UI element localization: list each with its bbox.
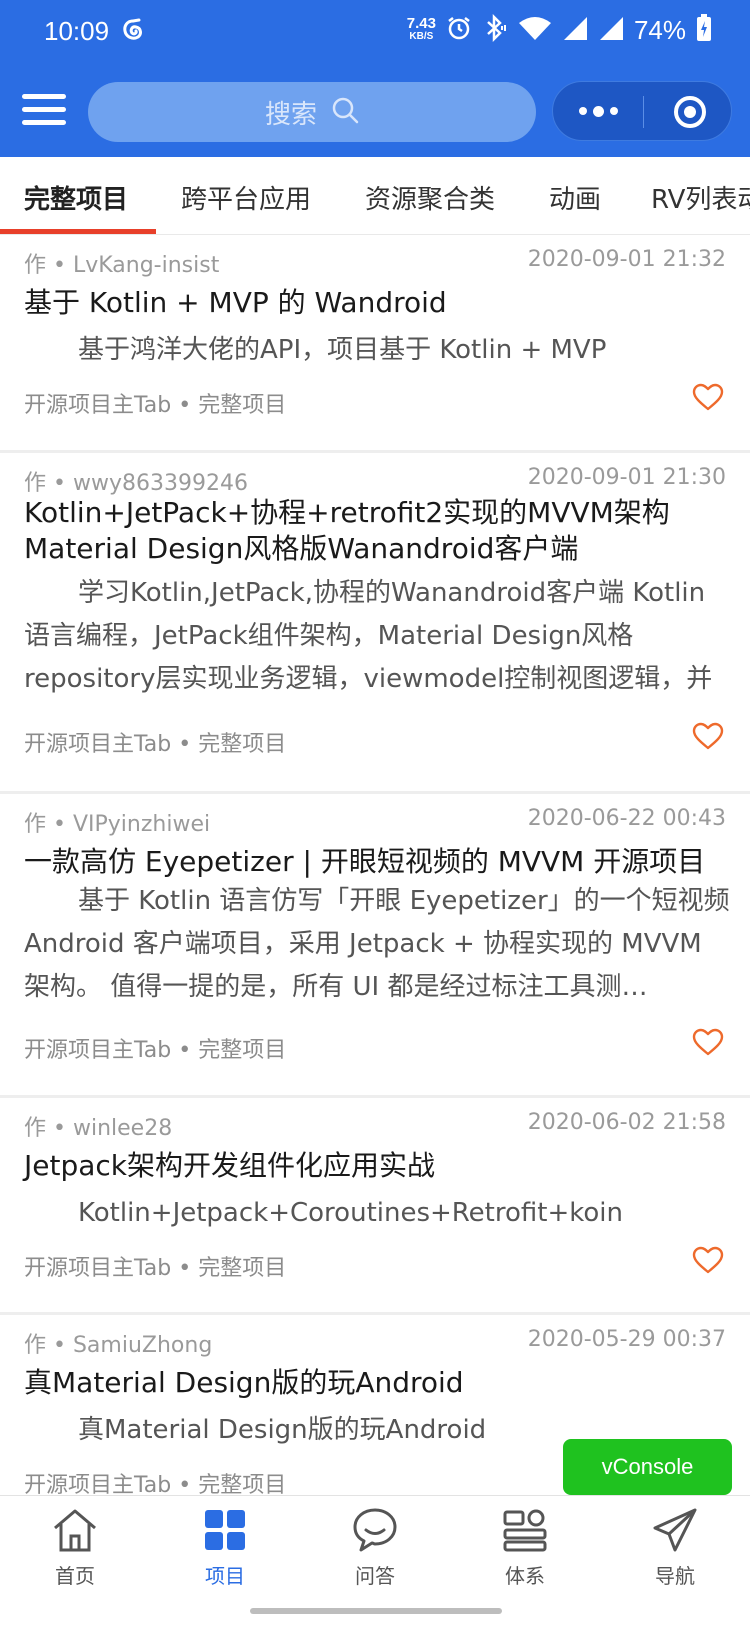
article-meta: 作 • SamiuZhong 2020-05-29 00:37	[24, 1327, 726, 1359]
article-card[interactable]: 作 • VIPyinzhiwei 2020-06-22 00:43 一款高仿 E…	[0, 794, 750, 1098]
favorite-heart-icon[interactable]	[692, 383, 724, 415]
article-date: 2020-09-01 21:32	[527, 247, 726, 272]
article-date: 2020-06-22 00:43	[527, 806, 726, 831]
tab-complete-projects[interactable]: 完整项目	[24, 179, 128, 216]
article-title[interactable]: 基于 Kotlin + MVP 的 Wandroid	[24, 285, 726, 321]
article-card[interactable]: 作 • LvKang-insist 2020-09-01 21:32 基于 Ko…	[0, 235, 750, 453]
article-tags: 开源项目主Tab • 完整项目	[24, 1473, 287, 1495]
article-meta: 作 • LvKang-insist 2020-09-01 21:32	[24, 247, 726, 279]
notification-swirl-icon	[121, 18, 145, 48]
search-bar[interactable]: 搜索	[88, 82, 536, 142]
nav-label: 问答	[355, 1564, 395, 1588]
article-description: Kotlin+Jetpack+Coroutines+Retrofit+koin	[78, 1198, 623, 1228]
nav-item-qa[interactable]: 问答	[300, 1496, 450, 1595]
nav-item-projects[interactable]: 项目	[150, 1496, 300, 1595]
nav-item-navigation[interactable]: 导航	[600, 1496, 750, 1595]
article-description: 学习Kotlin,JetPack,协程的Wanandroid客户端 Kotlin…	[24, 578, 713, 694]
status-bar: 10:09 7.43 KB/S 74%	[0, 0, 750, 68]
status-icons: 7.43 KB/S 74%	[406, 13, 712, 46]
article-card[interactable]: 作 • winlee28 2020-06-02 21:58 Jetpack架构开…	[0, 1098, 750, 1315]
article-title[interactable]: Kotlin+JetPack+协程+retrofit2实现的MVVM架构Mate…	[24, 495, 726, 567]
article-tags: 开源项目主Tab • 完整项目	[24, 1256, 287, 1281]
article-tags: 开源项目主Tab • 完整项目	[24, 393, 287, 418]
tab-cross-platform[interactable]: 跨平台应用	[181, 179, 311, 216]
category-tabs: 完整项目 跨平台应用 资源聚合类 动画 RV列表动	[0, 157, 750, 235]
article-author: 作 • SamiuZhong	[24, 1333, 213, 1358]
article-date: 2020-06-02 21:58	[527, 1110, 726, 1135]
home-indicator[interactable]	[250, 1608, 502, 1614]
battery-percent: 74%	[633, 14, 686, 45]
article-description: 基于 Kotlin 语言仿写「开眼 Eyepetizer」的一个短视频 Andr…	[24, 886, 730, 1002]
article-list: 作 • LvKang-insist 2020-09-01 21:32 基于 Ko…	[0, 235, 750, 1495]
capsule-divider	[643, 96, 644, 128]
tab-resource-aggregation[interactable]: 资源聚合类	[365, 179, 495, 216]
article-date: 2020-05-29 00:37	[527, 1327, 726, 1352]
menu-line	[22, 120, 66, 125]
nav-item-home[interactable]: 首页	[0, 1496, 150, 1595]
article-author: 作 • winlee28	[24, 1116, 173, 1141]
battery-charging-icon	[696, 14, 712, 46]
status-time: 10:09	[44, 16, 110, 46]
signal-icon-2	[598, 15, 624, 45]
article-date: 2020-09-01 21:30	[527, 465, 726, 490]
app-header: 10:09 7.43 KB/S 74% 搜索	[0, 0, 750, 157]
active-tab-indicator	[0, 229, 156, 234]
menu-line	[22, 107, 66, 112]
paper-plane-icon	[651, 1506, 699, 1558]
menu-button[interactable]	[22, 94, 66, 130]
nav-label: 项目	[205, 1564, 245, 1588]
article-meta: 作 • VIPyinzhiwei 2020-06-22 00:43	[24, 806, 726, 838]
favorite-heart-icon[interactable]	[692, 1246, 724, 1278]
search-icon	[331, 96, 359, 128]
wifi-icon	[518, 15, 552, 45]
nav-label: 首页	[55, 1564, 95, 1588]
grid-icon	[201, 1506, 249, 1558]
chat-icon	[351, 1506, 399, 1558]
nav-label: 导航	[655, 1564, 695, 1588]
article-card[interactable]: 作 • wwy863399246 2020-09-01 21:30 Kotlin…	[0, 453, 750, 794]
favorite-heart-icon[interactable]	[692, 722, 724, 754]
tab-rv-list[interactable]: RV列表动	[651, 179, 750, 216]
article-title[interactable]: 一款高仿 Eyepetizer | 开眼短视频的 MVVM 开源项目	[24, 844, 726, 880]
article-author: 作 • wwy863399246	[24, 471, 248, 496]
tab-animation[interactable]: 动画	[549, 179, 601, 216]
search-placeholder: 搜索	[264, 99, 317, 130]
bottom-navigation: 首页 项目 问答 体系 导航	[0, 1495, 750, 1595]
bluetooth-icon	[482, 13, 508, 46]
more-options-icon[interactable]	[579, 105, 618, 117]
article-author: 作 • LvKang-insist	[24, 253, 220, 278]
vconsole-button[interactable]: vConsole	[563, 1439, 732, 1495]
favorite-heart-icon[interactable]	[692, 1028, 724, 1060]
nav-label: 体系	[505, 1564, 545, 1588]
article-description: 基于鸿洋大佬的API，项目基于 Kotlin + MVP	[78, 335, 607, 365]
article-tags: 开源项目主Tab • 完整项目	[24, 732, 287, 757]
nav-item-system[interactable]: 体系	[450, 1496, 600, 1595]
article-title[interactable]: 真Material Design版的玩Android	[24, 1365, 726, 1401]
article-title[interactable]: Jetpack架构开发组件化应用实战	[24, 1148, 726, 1184]
network-speed: 7.43 KB/S	[406, 15, 436, 42]
signal-icon-1	[562, 15, 588, 45]
article-tags: 开源项目主Tab • 完整项目	[24, 1038, 287, 1063]
home-icon	[51, 1506, 99, 1558]
close-target-icon[interactable]	[673, 95, 707, 133]
article-meta: 作 • wwy863399246 2020-09-01 21:30	[24, 465, 726, 497]
article-author: 作 • VIPyinzhiwei	[24, 812, 211, 837]
menu-line	[22, 94, 66, 99]
miniprogram-capsule	[552, 81, 732, 141]
article-meta: 作 • winlee28 2020-06-02 21:58	[24, 1110, 726, 1142]
alarm-icon	[446, 15, 472, 45]
system-icon	[501, 1506, 549, 1558]
